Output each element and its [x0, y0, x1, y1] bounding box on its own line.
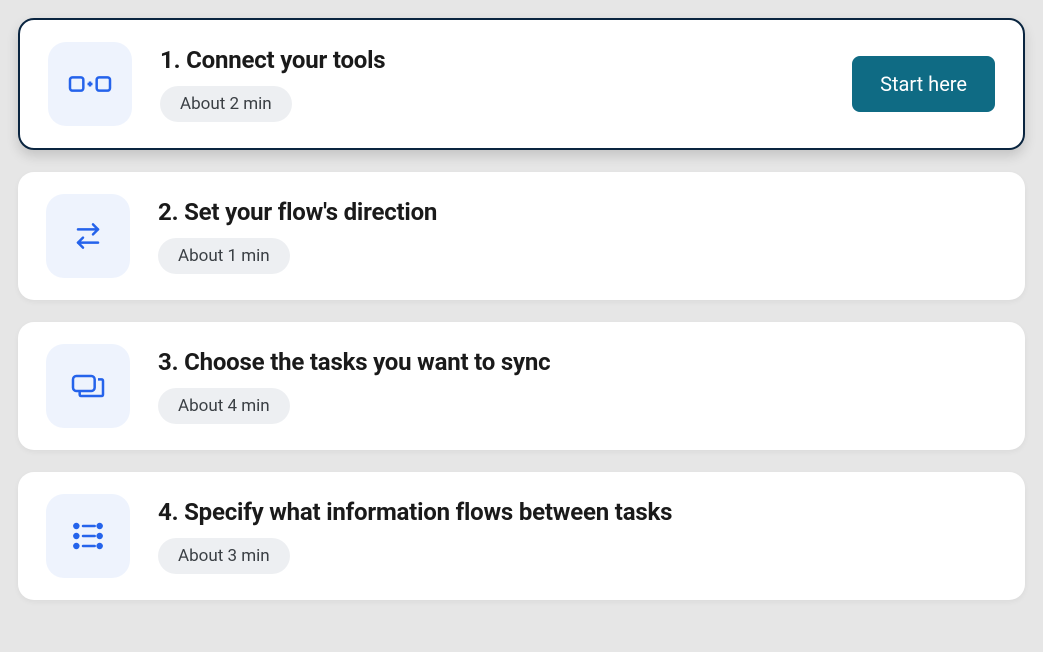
- step-duration: About 1 min: [158, 238, 290, 274]
- connect-tools-icon: [48, 42, 132, 126]
- flow-direction-icon: [46, 194, 130, 278]
- step-duration: About 3 min: [158, 538, 290, 574]
- step-card-content: 1. Connect your tools About 2 min: [160, 46, 852, 122]
- step-card-content: 4. Specify what information flows betwee…: [158, 498, 997, 574]
- choose-tasks-icon: [46, 344, 130, 428]
- step-duration: About 2 min: [160, 86, 292, 122]
- step-title: 4. Specify what information flows betwee…: [158, 498, 997, 526]
- step-title: 1. Connect your tools: [160, 46, 852, 74]
- specify-information-icon: [46, 494, 130, 578]
- step-card-connect-tools[interactable]: 1. Connect your tools About 2 min Start …: [18, 18, 1025, 150]
- step-card-choose-tasks[interactable]: 3. Choose the tasks you want to sync Abo…: [18, 322, 1025, 450]
- start-here-button[interactable]: Start here: [852, 56, 995, 112]
- step-duration: About 4 min: [158, 388, 290, 424]
- step-title: 2. Set your flow's direction: [158, 198, 997, 226]
- step-title: 3. Choose the tasks you want to sync: [158, 348, 997, 376]
- step-card-content: 2. Set your flow's direction About 1 min: [158, 198, 997, 274]
- step-card-specify-information[interactable]: 4. Specify what information flows betwee…: [18, 472, 1025, 600]
- step-card-flow-direction[interactable]: 2. Set your flow's direction About 1 min: [18, 172, 1025, 300]
- step-card-content: 3. Choose the tasks you want to sync Abo…: [158, 348, 997, 424]
